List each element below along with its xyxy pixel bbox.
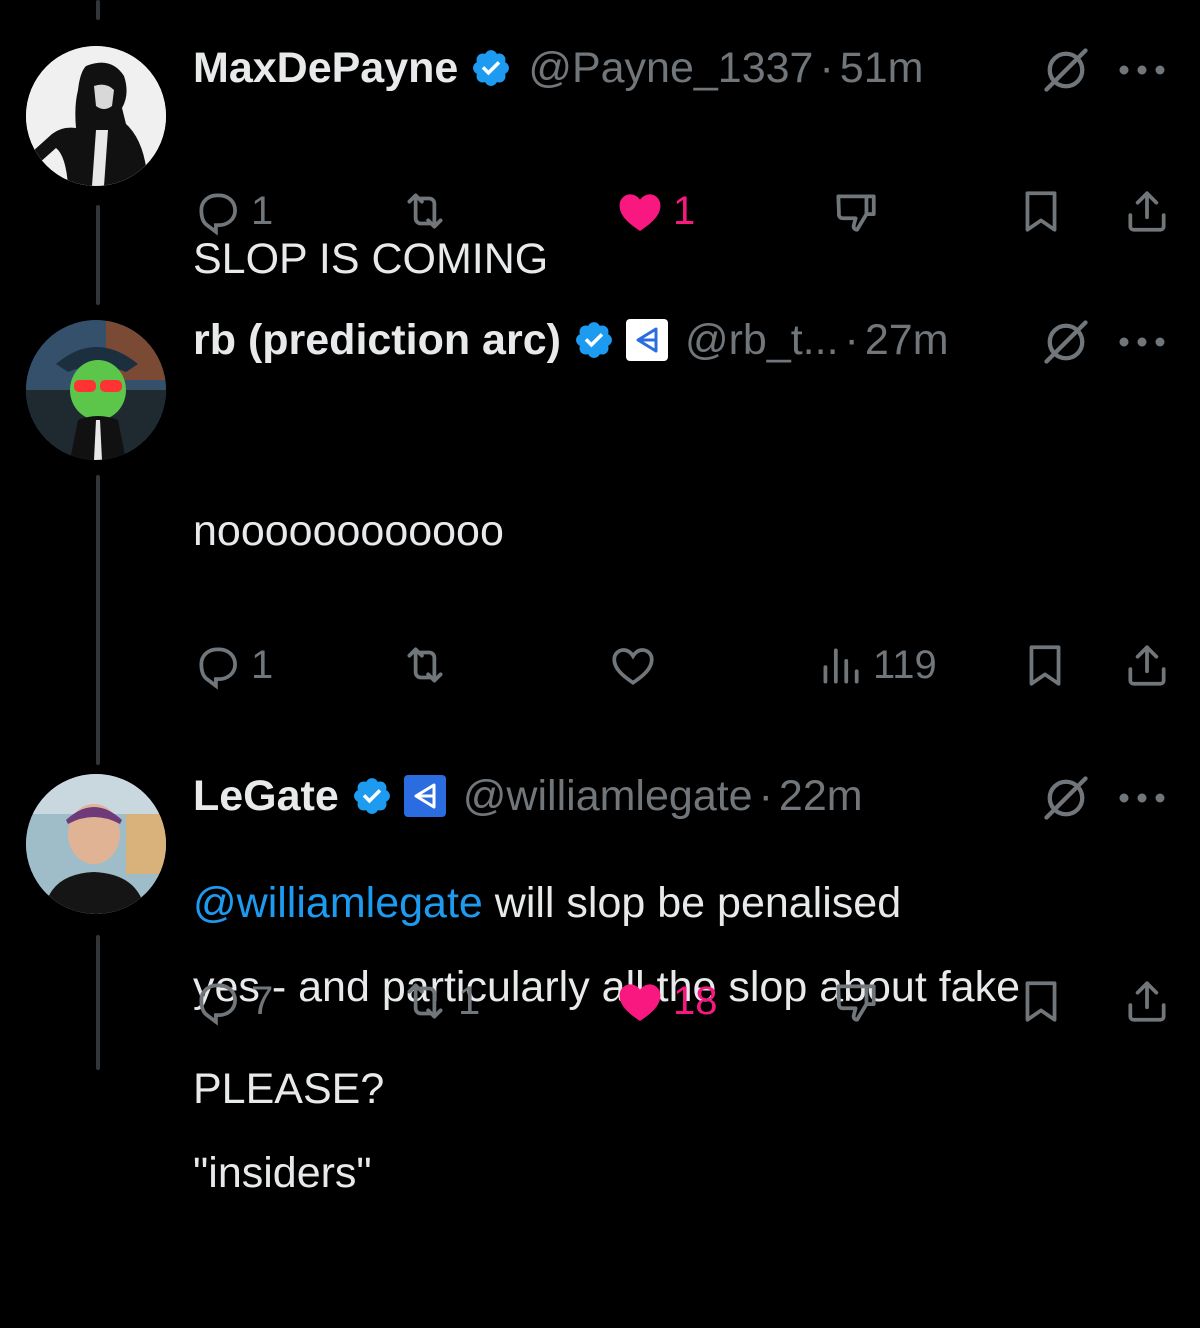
display-name[interactable]: MaxDePayne bbox=[193, 44, 458, 93]
like-button[interactable] bbox=[608, 640, 658, 690]
share-button[interactable] bbox=[1122, 976, 1172, 1026]
tweet-text: yes - and particularly all the slop abou… bbox=[193, 832, 1173, 1328]
verified-badge-icon bbox=[353, 778, 390, 814]
like-count: 1 bbox=[673, 188, 696, 233]
more-options-icon[interactable] bbox=[1114, 44, 1170, 96]
grok-icon[interactable] bbox=[1040, 316, 1092, 368]
tweet-header: rb (prediction arc) @rb_t... · 27m bbox=[193, 310, 949, 370]
tweet-header: MaxDePayne @Payne_1337 · 51m bbox=[193, 38, 923, 98]
share-icon bbox=[1128, 981, 1166, 1022]
reply-button[interactable]: 1 bbox=[193, 640, 273, 690]
downvote-button[interactable] bbox=[830, 186, 880, 236]
more-options-icon[interactable] bbox=[1114, 316, 1170, 368]
bookmark-button[interactable] bbox=[1016, 976, 1066, 1026]
bookmark-icon bbox=[1029, 645, 1061, 686]
avatar[interactable] bbox=[26, 774, 166, 914]
repost-button[interactable] bbox=[400, 186, 450, 236]
heart-outline-icon bbox=[612, 648, 654, 685]
timestamp[interactable]: 22m bbox=[779, 772, 863, 821]
affiliate-badge-icon bbox=[403, 775, 446, 817]
more-options-icon[interactable] bbox=[1114, 772, 1170, 824]
bookmark-button[interactable] bbox=[1020, 640, 1070, 690]
action-bar: 7 1 18 bbox=[0, 976, 1200, 1036]
thread-line-top bbox=[96, 0, 100, 20]
heart-filled-icon bbox=[619, 194, 661, 231]
tweet-header: LeGate @williamlegate · 22m bbox=[193, 766, 863, 826]
reply-button[interactable]: 1 bbox=[193, 186, 273, 236]
repost-button[interactable] bbox=[400, 640, 450, 690]
reply-count: 7 bbox=[251, 978, 274, 1023]
like-button[interactable]: 18 bbox=[615, 976, 718, 1026]
separator-dot: · bbox=[844, 315, 859, 364]
grok-icon[interactable] bbox=[1040, 44, 1092, 96]
action-bar: 1 119 bbox=[0, 640, 1200, 700]
reply-count: 1 bbox=[251, 188, 274, 233]
display-name[interactable]: rb (prediction arc) bbox=[193, 316, 561, 365]
verified-badge-icon bbox=[576, 322, 612, 358]
tweet-text-line: noooooooooooo bbox=[193, 507, 504, 555]
views-icon bbox=[823, 648, 859, 684]
downvote-icon bbox=[836, 984, 876, 1022]
repost-count: 1 bbox=[458, 978, 481, 1023]
action-bar: 1 1 bbox=[0, 186, 1200, 246]
separator-dot: · bbox=[758, 771, 773, 820]
downvote-icon bbox=[836, 194, 876, 232]
avatar-image bbox=[26, 774, 166, 914]
display-name[interactable]: LeGate bbox=[193, 772, 339, 821]
reply-icon bbox=[199, 193, 237, 236]
handle[interactable]: @Payne_1337 bbox=[528, 44, 813, 93]
share-icon bbox=[1128, 645, 1166, 686]
avatar-image bbox=[26, 46, 166, 186]
repost-button[interactable]: 1 bbox=[400, 976, 480, 1026]
affiliate-badge-icon bbox=[625, 319, 668, 361]
reply-button[interactable]: 7 bbox=[193, 976, 273, 1026]
reply-icon bbox=[199, 647, 237, 690]
avatar-image bbox=[26, 320, 166, 460]
bookmark-icon bbox=[1025, 191, 1057, 232]
verified-badge-icon bbox=[473, 50, 510, 86]
grok-icon[interactable] bbox=[1040, 772, 1092, 824]
share-button[interactable] bbox=[1122, 640, 1172, 690]
thread-line-2 bbox=[96, 475, 100, 765]
tweet-text-line: "insiders" bbox=[193, 1149, 372, 1197]
bookmark-icon bbox=[1025, 981, 1057, 1022]
timestamp[interactable]: 27m bbox=[865, 316, 949, 365]
repost-icon bbox=[407, 647, 443, 683]
downvote-button[interactable] bbox=[830, 976, 880, 1026]
handle[interactable]: @rb_t... bbox=[685, 316, 839, 365]
share-icon bbox=[1128, 191, 1166, 232]
separator-dot: · bbox=[819, 43, 834, 92]
view-count: 119 bbox=[873, 642, 937, 687]
repost-icon bbox=[407, 193, 443, 229]
reply-count: 1 bbox=[251, 642, 274, 687]
views-button[interactable]: 119 bbox=[815, 640, 937, 690]
like-button[interactable]: 1 bbox=[615, 186, 695, 236]
timestamp[interactable]: 51m bbox=[840, 44, 924, 93]
reply-icon bbox=[199, 983, 237, 1026]
like-count: 18 bbox=[673, 978, 718, 1023]
heart-filled-icon bbox=[619, 984, 661, 1021]
avatar[interactable] bbox=[26, 46, 166, 186]
avatar[interactable] bbox=[26, 320, 166, 460]
handle[interactable]: @williamlegate bbox=[463, 772, 753, 821]
repost-icon bbox=[407, 983, 443, 1019]
share-button[interactable] bbox=[1122, 186, 1172, 236]
bookmark-button[interactable] bbox=[1016, 186, 1066, 236]
